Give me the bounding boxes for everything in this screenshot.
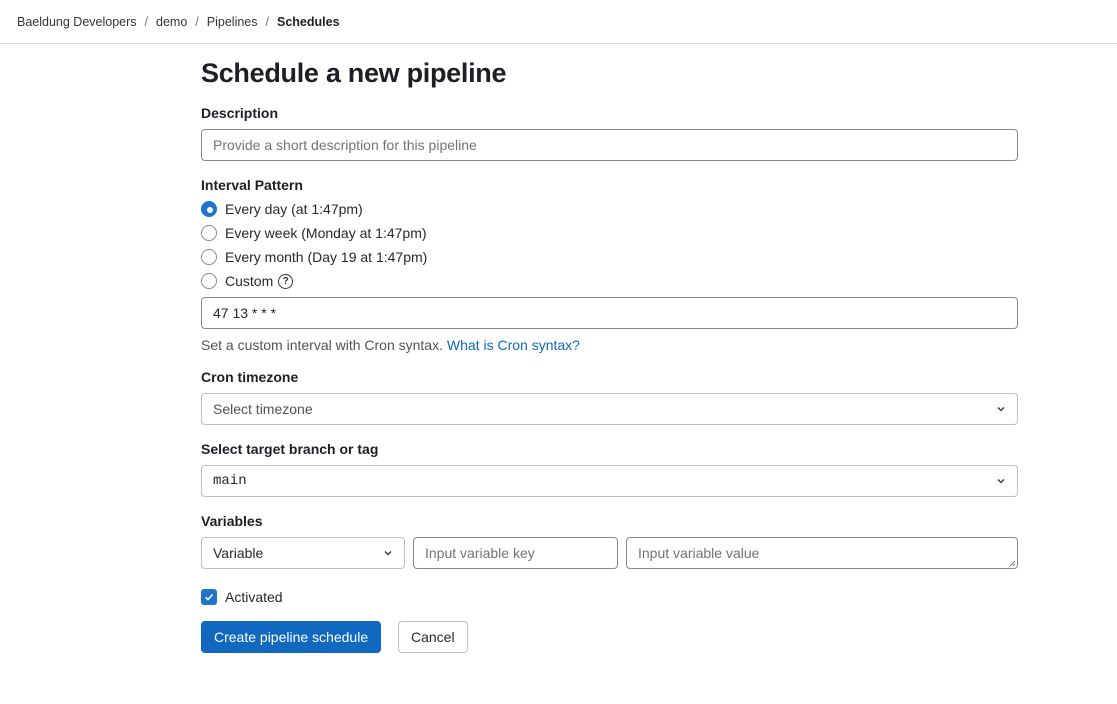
- activated-label: Activated: [225, 589, 283, 605]
- chevron-down-icon: [997, 407, 1005, 412]
- breadcrumb-separator: /: [195, 14, 199, 29]
- breadcrumb-separator: /: [144, 14, 149, 29]
- breadcrumb: Baeldung Developers / demo / Pipelines /…: [0, 0, 1117, 44]
- cron-timezone-label: Cron timezone: [201, 369, 299, 385]
- radio-button[interactable]: [201, 273, 217, 289]
- branch-select[interactable]: main: [201, 465, 1018, 497]
- breadcrumb-item-pipelines[interactable]: Pipelines: [207, 15, 258, 29]
- timezone-placeholder: Select timezone: [213, 401, 313, 417]
- breadcrumb-item-project[interactable]: demo: [156, 15, 187, 29]
- cron-help-description: Set a custom interval with Cron syntax.: [201, 337, 443, 353]
- interval-pattern-label: Interval Pattern: [201, 177, 303, 193]
- variables-label: Variables: [201, 513, 263, 529]
- chevron-down-icon: [384, 551, 392, 556]
- branch-value: main: [213, 473, 247, 489]
- interval-option-label: Custom: [225, 273, 274, 289]
- page-title: Schedule a new pipeline: [201, 58, 507, 88]
- description-input[interactable]: [201, 129, 1018, 161]
- activated-checkbox-row[interactable]: Activated: [201, 589, 283, 605]
- interval-option-daily[interactable]: Every day (at 1:47pm): [201, 201, 363, 217]
- interval-option-weekly[interactable]: Every week (Monday at 1:47pm): [201, 225, 427, 241]
- variable-type-select[interactable]: Variable: [201, 537, 405, 569]
- chevron-down-icon: [997, 479, 1005, 484]
- question-icon[interactable]: ?: [278, 273, 294, 289]
- interval-option-label: Every month (Day 19 at 1:47pm): [225, 249, 428, 265]
- create-pipeline-schedule-button[interactable]: Create pipeline schedule: [201, 621, 382, 653]
- timezone-select[interactable]: Select timezone: [201, 393, 1018, 425]
- breadcrumb-separator: /: [265, 14, 269, 29]
- breadcrumb-item-schedules: Schedules: [277, 14, 340, 29]
- interval-option-monthly[interactable]: Every month (Day 19 at 1:47pm): [201, 249, 427, 265]
- description-label: Description: [201, 105, 279, 121]
- breadcrumb-item-group[interactable]: Baeldung Developers: [17, 15, 137, 29]
- activated-checkbox[interactable]: [201, 589, 217, 605]
- interval-option-label: Every week (Monday at 1:47pm): [225, 225, 427, 241]
- target-branch-label: Select target branch or tag: [201, 441, 379, 457]
- interval-option-label: Every day (at 1:47pm): [225, 201, 363, 217]
- resize-handle-icon[interactable]: [1009, 560, 1016, 567]
- variable-value-wrapper: [626, 537, 1018, 569]
- cron-input[interactable]: [201, 297, 1018, 329]
- radio-button-checked[interactable]: [201, 201, 217, 217]
- cancel-button[interactable]: Cancel: [398, 621, 468, 653]
- variable-type-value: Variable: [213, 545, 264, 561]
- variable-key-input[interactable]: [413, 537, 618, 569]
- cron-help-text: Set a custom interval with Cron syntax. …: [201, 337, 580, 353]
- variable-value-input[interactable]: [626, 537, 1018, 569]
- radio-button[interactable]: [201, 225, 217, 241]
- interval-option-custom[interactable]: Custom ?: [201, 273, 294, 289]
- cron-syntax-link[interactable]: What is Cron syntax?: [447, 337, 580, 353]
- check-icon: [204, 593, 214, 601]
- radio-button[interactable]: [201, 249, 217, 265]
